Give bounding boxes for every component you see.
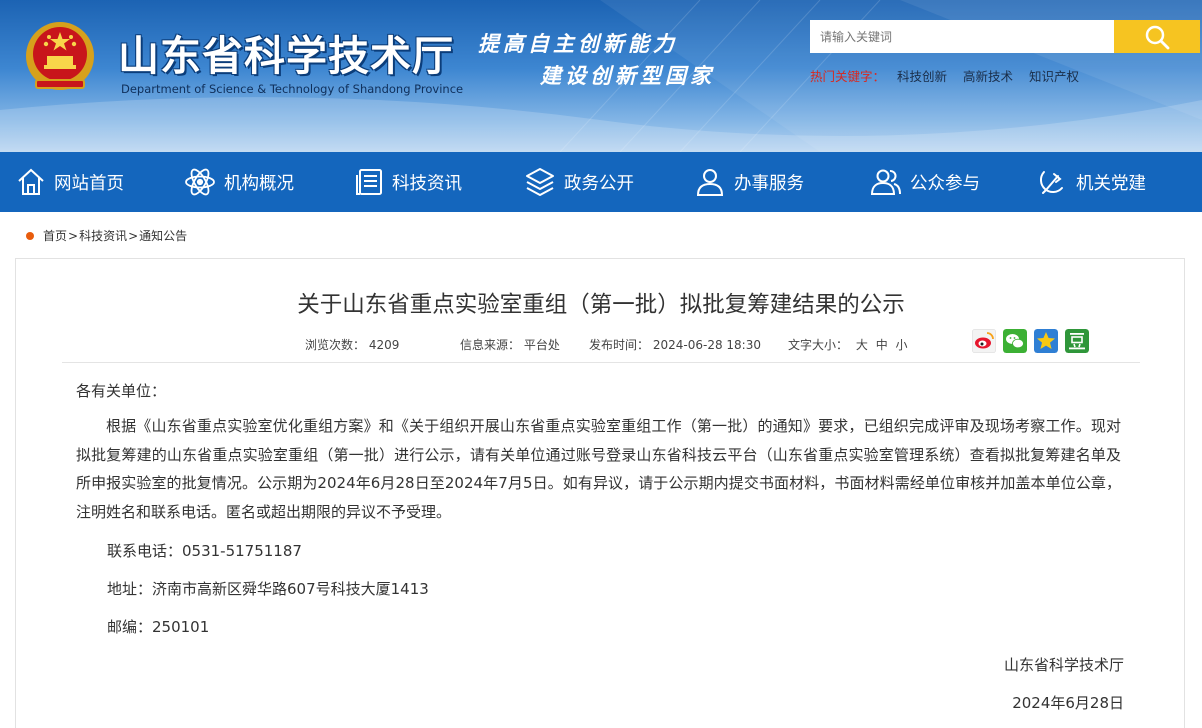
meta-date-label: 发布时间： xyxy=(589,338,650,352)
slogan-line-1: 提高自主创新能力 xyxy=(478,31,678,56)
hot-keywords: 热门关键字： 科技创新 高新技术 知识产权 xyxy=(810,66,1091,85)
nav-item-news[interactable]: 科技资讯 xyxy=(354,152,462,212)
nav-item-services[interactable]: 办事服务 xyxy=(694,152,804,212)
nav-item-about[interactable]: 机构概况 xyxy=(184,152,294,212)
article-address: 地址：济南市高新区舜华路607号科技大厦1413 xyxy=(107,580,429,598)
site-title-english: Department of Science & Technology of Sh… xyxy=(121,82,464,96)
weibo-icon[interactable] xyxy=(972,329,996,353)
meta-views: 浏览次数： 4209 xyxy=(305,336,399,353)
article-signature-date: 2024年6月28日 xyxy=(1012,694,1124,712)
douban-icon[interactable] xyxy=(1065,329,1089,353)
layers-icon xyxy=(526,168,554,196)
atom-icon xyxy=(185,168,215,196)
breadcrumb-home-link[interactable]: 首页 xyxy=(43,227,67,244)
font-size-medium-button[interactable]: 中 xyxy=(876,338,888,352)
party-emblem-icon xyxy=(1039,171,1063,194)
article-title: 关于山东省重点实验室重组（第一批）拟批复筹建结果的公示 xyxy=(297,292,905,318)
nav-item-label: 网站首页 xyxy=(54,173,124,194)
meta-source-label: 信息来源： xyxy=(460,338,521,352)
wechat-icon[interactable] xyxy=(1003,329,1027,353)
breadcrumb-dot-icon xyxy=(26,231,34,240)
breadcrumb: 首页 > 科技资讯 > 通知公告 xyxy=(26,227,187,244)
nav-item-participation[interactable]: 公众参与 xyxy=(870,152,980,212)
user-service-icon xyxy=(696,169,724,196)
meta-date-value: 2024-06-28 18:30 xyxy=(652,338,761,352)
article-divider xyxy=(62,362,1140,363)
article-signature-org: 山东省科学技术厅 xyxy=(1003,656,1124,674)
font-size-large-button[interactable]: 大 xyxy=(856,338,868,352)
nav-item-label: 机构概况 xyxy=(224,173,294,194)
article-contact-phone: 联系电话：0531-51751187 xyxy=(107,542,302,560)
nav-item-label: 政务公开 xyxy=(564,173,634,194)
article-salutation: 各有关单位： xyxy=(76,382,167,400)
news-list-icon xyxy=(356,169,382,195)
nav-item-label: 公众参与 xyxy=(910,173,980,194)
nav-item-home[interactable]: 网站首页 xyxy=(16,152,124,212)
nav-item-label: 机关党建 xyxy=(1076,173,1146,194)
breadcrumb-separator: > xyxy=(128,228,139,243)
nav-item-label: 办事服务 xyxy=(734,173,804,194)
meta-views-label: 浏览次数： xyxy=(305,338,366,352)
meta-font-size: 文字大小： 大 中 小 xyxy=(788,336,908,353)
hot-keywords-label: 热门关键字： xyxy=(810,69,886,84)
hot-keyword-link[interactable]: 科技创新 xyxy=(897,69,947,84)
meta-source-value: 平台处 xyxy=(523,338,560,352)
main-nav: 网站首页 机构概况 科技资讯 政务公开 办事服务 公众参与 机关党建 xyxy=(0,152,1202,212)
search-button[interactable] xyxy=(1114,20,1200,53)
national-emblem-icon xyxy=(26,22,94,90)
search-icon xyxy=(1145,25,1170,49)
meta-date: 发布时间： 2024-06-28 18:30 xyxy=(589,336,761,353)
breadcrumb-separator: > xyxy=(68,228,79,243)
breadcrumb-notice-link[interactable]: 通知公告 xyxy=(139,227,187,244)
home-icon xyxy=(18,168,44,195)
slogan-line-2: 建设创新型国家 xyxy=(540,63,715,88)
hot-keyword-link[interactable]: 知识产权 xyxy=(1029,69,1079,84)
qzone-icon[interactable] xyxy=(1034,329,1058,353)
hot-keyword-link[interactable]: 高新技术 xyxy=(963,69,1013,84)
site-title: 山东省科学技术厅 xyxy=(118,32,454,80)
search-input[interactable] xyxy=(810,20,1114,53)
nav-item-label: 科技资讯 xyxy=(392,173,462,194)
breadcrumb-news-link[interactable]: 科技资讯 xyxy=(79,227,127,244)
meta-source: 信息来源： 平台处 xyxy=(460,336,560,353)
article-paragraph: 根据《山东省重点实验室优化重组方案》和《关于组织开展山东省重点实验室重组工作（第… xyxy=(76,417,1121,521)
site-header: 山东省科学技术厅 Department of Science & Technol… xyxy=(0,0,1202,152)
font-size-small-button[interactable]: 小 xyxy=(896,338,908,352)
nav-item-party-building[interactable]: 机关党建 xyxy=(1036,152,1146,212)
users-icon xyxy=(870,169,901,195)
meta-views-value: 4209 xyxy=(368,338,400,352)
nav-item-public-affairs[interactable]: 政务公开 xyxy=(524,152,634,212)
meta-font-size-label: 文字大小： xyxy=(788,338,849,352)
article-postcode: 邮编：250101 xyxy=(107,618,210,636)
